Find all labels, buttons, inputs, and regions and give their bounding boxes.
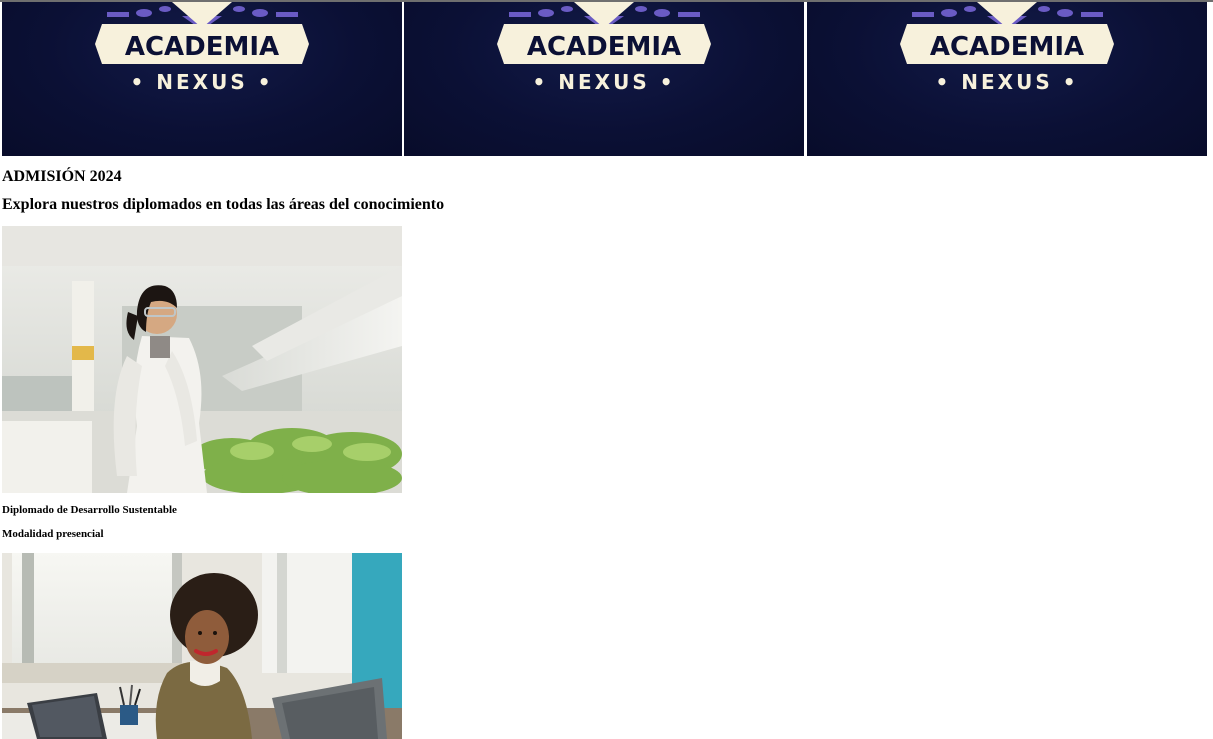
- academia-nexus-logo: ACADEMIA • NEXUS •: [497, 2, 711, 94]
- admission-heading: ADMISIÓN 2024: [2, 168, 122, 185]
- academia-nexus-logo: ACADEMIA • NEXUS •: [900, 2, 1114, 94]
- logo-word: ACADEMIA: [125, 32, 279, 62]
- logo-banner-1: ACADEMIA • NEXUS •: [2, 2, 402, 156]
- course-modality: Modalidad presencial: [2, 528, 104, 540]
- woman-office-laptop-photo: [2, 553, 402, 739]
- scientist-greenhouse-photo: [2, 226, 402, 493]
- logo-word: ACADEMIA: [527, 32, 681, 62]
- tagline-heading: Explora nuestros diplomados en todas las…: [2, 196, 445, 213]
- course-image-sustainability[interactable]: [2, 226, 402, 493]
- logo-subword: • NEXUS •: [533, 70, 676, 94]
- logo-subword: • NEXUS •: [131, 70, 274, 94]
- logo-banner-2: ACADEMIA • NEXUS •: [404, 2, 804, 156]
- logo-banner-strip: ACADEMIA • NEXUS • ACADEMIA • NEXUS • AC…: [2, 2, 1207, 156]
- logo-subword: • NEXUS •: [936, 70, 1079, 94]
- academia-nexus-logo: ACADEMIA • NEXUS •: [95, 2, 309, 94]
- logo-word: ACADEMIA: [930, 32, 1084, 62]
- course-image-2[interactable]: [2, 553, 402, 739]
- course-title: Diplomado de Desarrollo Sustentable: [2, 504, 177, 516]
- logo-banner-3: ACADEMIA • NEXUS •: [807, 2, 1207, 156]
